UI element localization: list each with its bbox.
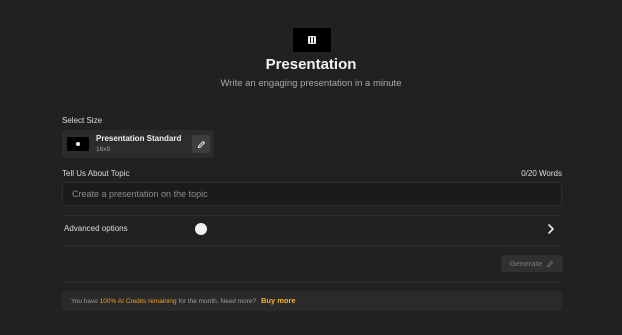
generate-button[interactable]: Generate [501, 255, 563, 272]
size-card[interactable]: Presentation Standard 16x9 [62, 130, 214, 158]
credits-suffix: for the month. Need more? [178, 298, 257, 305]
topic-label: Tell Us About Topic [62, 169, 130, 178]
page-title: Presentation [265, 56, 357, 73]
divider [62, 282, 562, 283]
credits-banner: You have 100% AI Credits remaining for t… [62, 291, 562, 311]
edit-size-button[interactable] [192, 135, 210, 153]
pencil-icon [197, 140, 205, 148]
toggle-knob [195, 223, 207, 235]
buy-more-link[interactable]: Buy more [261, 296, 296, 305]
size-thumbnail-icon [76, 142, 80, 146]
pencil-icon [546, 260, 554, 267]
credits-highlight: 100% AI Credits remaining [99, 298, 177, 305]
size-ratio: 16x9 [96, 146, 111, 153]
size-thumbnail [67, 137, 89, 151]
advanced-options-row[interactable]: Advanced options [62, 218, 562, 240]
page-subtitle: Write an engaging presentation in a minu… [220, 78, 402, 89]
word-count: 0/20 Words [521, 169, 562, 178]
credits-prefix: You have [71, 298, 98, 305]
chevron-right-icon[interactable] [546, 223, 556, 235]
topic-input[interactable] [62, 182, 562, 206]
advanced-options-toggle[interactable] [195, 223, 217, 235]
size-name: Presentation Standard [96, 134, 182, 143]
advanced-options-label: Advanced options [64, 224, 128, 233]
presentation-icon [308, 36, 316, 44]
generate-label: Generate [509, 259, 543, 268]
select-size-label: Select Size [62, 116, 103, 125]
divider [62, 245, 562, 246]
presentation-thumbnail [293, 28, 331, 52]
divider [62, 215, 562, 216]
